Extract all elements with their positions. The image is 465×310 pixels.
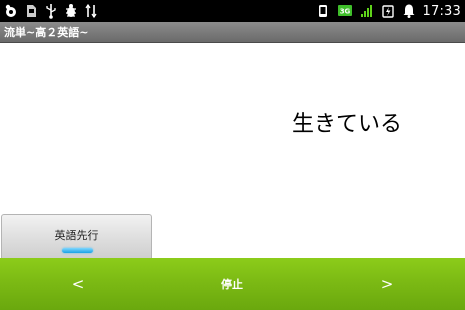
- phone-vibrate-icon: [316, 3, 330, 19]
- mode-toggle-button[interactable]: 英語先行: [1, 214, 152, 258]
- title-bar: 流単~高２英語~: [0, 22, 465, 43]
- network-3g-icon: 3G: [337, 3, 353, 19]
- notification-area: [4, 2, 98, 20]
- stop-button[interactable]: 停止: [202, 258, 262, 310]
- flashcard-word: 生きている: [292, 112, 403, 137]
- status-bar: 3G 17:33: [0, 0, 465, 22]
- alarm-icon: [402, 3, 416, 19]
- battery-charging-icon: [381, 3, 395, 19]
- playback-control-bar: < 停止 >: [0, 258, 465, 310]
- debug-icon: [64, 3, 78, 19]
- mode-active-indicator: [62, 248, 93, 253]
- sync-icon: [84, 3, 98, 19]
- status-clock: 17:33: [422, 3, 461, 19]
- mode-toggle-label: 英語先行: [54, 229, 99, 242]
- sd-card-icon: [24, 3, 38, 19]
- system-status-area: 3G 17:33: [316, 2, 461, 20]
- app-title: 流単~高２英語~: [4, 26, 89, 39]
- next-button[interactable]: >: [357, 258, 417, 310]
- signal-icon: [360, 3, 374, 19]
- network-3g-label: 3G: [339, 8, 350, 16]
- usb-icon: [44, 3, 58, 19]
- app-notification-icon: [4, 3, 18, 19]
- previous-button[interactable]: <: [48, 258, 108, 310]
